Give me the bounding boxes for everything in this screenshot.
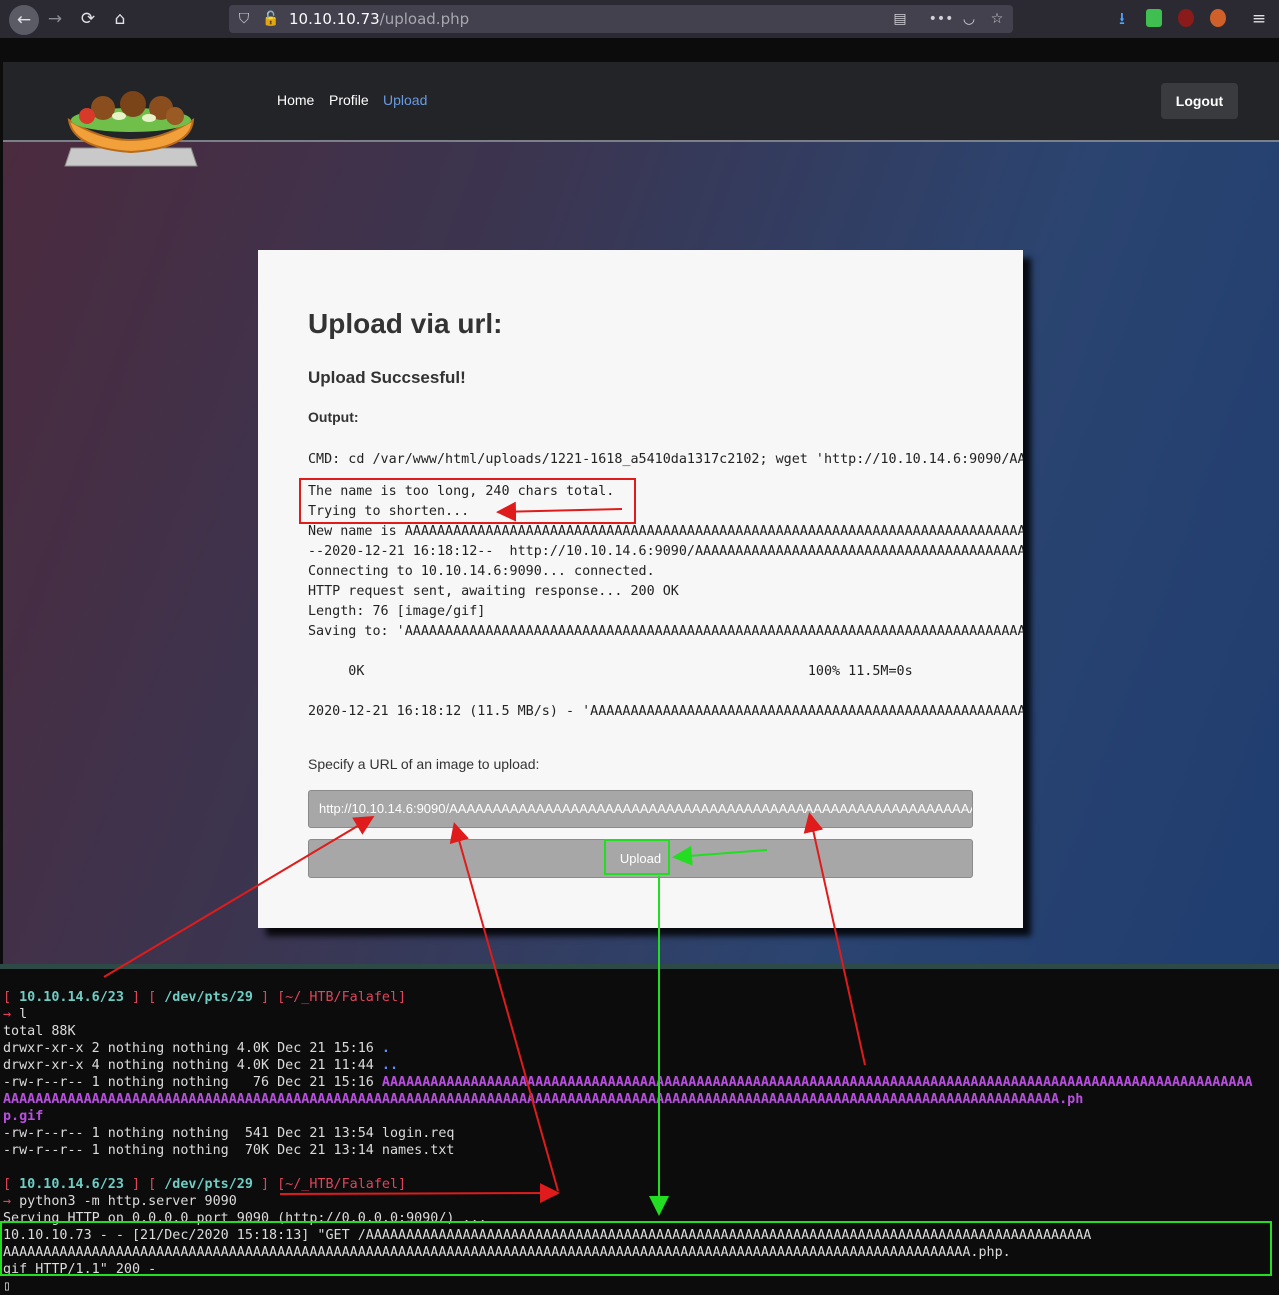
terminal-pane[interactable]: [ 10.10.14.6/23 ] [ /dev/pts/29 ] [~/_HT… <box>0 964 1279 1294</box>
url-bar[interactable]: ⛉ 🔓 10.10.10.73/upload.php ▤ ••• ◡ ☆ <box>229 5 1013 33</box>
ls-row: drwxr-xr-x 2 nothing nothing 4.0K Dec 21… <box>3 1041 390 1056</box>
output-line: The name is too long, 240 chars total. <box>308 484 615 499</box>
request-log-line: gif HTTP/1.1" 200 - <box>3 1262 157 1277</box>
more-icon[interactable]: ••• <box>928 6 954 32</box>
nav-home[interactable]: Home <box>277 92 314 108</box>
nav-upload[interactable]: Upload <box>383 92 427 108</box>
ls-row: -rw-r--r-- 1 nothing nothing 70K Dec 21 … <box>3 1143 455 1158</box>
output-line: Saving to: 'AAAAAAAAAAAAAAAAAAAAAAAAAAAA… <box>308 624 1023 639</box>
reload-button[interactable]: ⟳ <box>75 6 101 32</box>
reader-view-icon[interactable]: ▤ <box>887 6 913 32</box>
page-title: Upload via url: <box>308 308 503 339</box>
logout-button[interactable]: Logout <box>1161 83 1238 119</box>
image-url-input[interactable]: http://10.10.14.6:9090/AAAAAAAAAAAAAAAAA… <box>308 790 973 828</box>
ls-total: total 88K <box>3 1024 76 1039</box>
browser-toolbar: ← → ⟳ ⌂ ⛉ 🔓 10.10.10.73/upload.php ▤ •••… <box>0 0 1279 38</box>
output-line: HTTP request sent, awaiting response... … <box>308 584 679 599</box>
terminal-cursor: ▯ <box>3 1279 12 1294</box>
downloads-icon[interactable]: ⭳ <box>1109 6 1135 32</box>
bookmark-star-icon[interactable]: ☆ <box>984 6 1010 32</box>
server-output: Serving HTTP on 0.0.0.0 port 9090 (http:… <box>3 1211 487 1226</box>
insecure-lock-icon: 🔓 <box>262 11 280 27</box>
output-line: Connecting to 10.10.14.6:9090... connect… <box>308 564 655 579</box>
extension-fox-icon[interactable] <box>1210 9 1226 27</box>
output-line: 2020-12-21 16:18:12 (11.5 MB/s) - 'AAAAA… <box>308 704 1023 719</box>
ls-row-wrap: AAAAAAAAAAAAAAAAAAAAAAAAAAAAAAAAAAAAAAAA… <box>3 1092 1084 1107</box>
url-text[interactable]: 10.10.10.73/upload.php <box>289 5 469 33</box>
extension-green-icon[interactable] <box>1146 9 1162 27</box>
shell-prompt: [ 10.10.14.6/23 ] [ /dev/pts/29 ] [~/_HT… <box>3 1177 407 1192</box>
output-line: New name is AAAAAAAAAAAAAAAAAAAAAAAAAAAA… <box>308 524 1023 539</box>
command-line: → l <box>3 1007 28 1022</box>
ls-row: drwxr-xr-x 4 nothing nothing 4.0K Dec 21… <box>3 1058 399 1073</box>
shell-prompt: [ 10.10.14.6/23 ] [ /dev/pts/29 ] [~/_HT… <box>3 990 407 1005</box>
url-field-label: Specify a URL of an image to upload: <box>308 756 540 772</box>
upload-status: Upload Succsesful! <box>308 368 466 387</box>
home-button[interactable]: ⌂ <box>107 6 133 32</box>
ls-row-wrap: p.gif <box>3 1109 44 1124</box>
shield-icon: ⛉ <box>238 11 250 27</box>
output-line: --2020-12-21 16:18:12-- http://10.10.14.… <box>308 544 1023 559</box>
output-line: CMD: cd /var/www/html/uploads/1221-1618_… <box>308 452 1023 467</box>
command-line: → python3 -m http.server 9090 <box>3 1194 237 1209</box>
nav-profile[interactable]: Profile <box>329 92 369 108</box>
forward-button[interactable]: → <box>42 6 68 32</box>
back-button[interactable]: ← <box>9 5 39 35</box>
output-line: Length: 76 [image/gif] <box>308 604 486 619</box>
output-label: Output: <box>308 409 359 425</box>
ublock-icon[interactable] <box>1178 9 1194 27</box>
pocket-icon[interactable]: ◡ <box>956 6 982 32</box>
falafel-logo[interactable] <box>63 90 199 170</box>
menu-icon[interactable]: ≡ <box>1246 6 1272 32</box>
ls-row: -rw-r--r-- 1 nothing nothing 541 Dec 21 … <box>3 1126 455 1141</box>
ls-row: -rw-r--r-- 1 nothing nothing 76 Dec 21 1… <box>3 1075 1253 1090</box>
output-line: 0K 100% 11.5M=0s <box>308 664 913 679</box>
web-page: Home Profile Upload Logout Upload via ur… <box>3 62 1279 964</box>
upload-button[interactable]: Upload <box>308 839 973 878</box>
request-log-line: 10.10.10.73 - - [21/Dec/2020 15:18:13] "… <box>3 1228 1092 1243</box>
output-line: Trying to shorten... <box>308 504 470 519</box>
upload-card: Upload via url: Upload Succsesful! Outpu… <box>258 250 1023 928</box>
request-log-line: AAAAAAAAAAAAAAAAAAAAAAAAAAAAAAAAAAAAAAAA… <box>3 1245 1011 1260</box>
